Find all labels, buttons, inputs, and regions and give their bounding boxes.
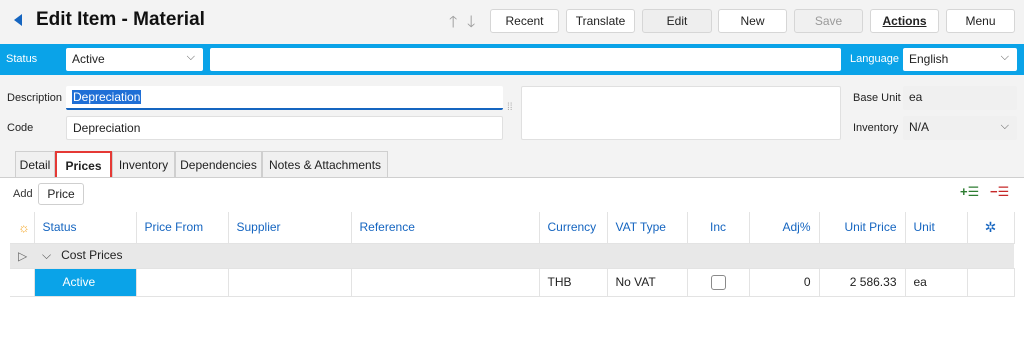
currency-cell[interactable]: THB <box>539 268 608 297</box>
group-cell: ⌵ Cost Prices <box>34 243 1014 269</box>
base-unit-label: Base Unit <box>853 92 901 104</box>
tab-dependencies[interactable]: Dependencies <box>175 151 262 178</box>
status-cell[interactable]: Active <box>34 268 137 297</box>
empty-cell <box>967 268 1015 297</box>
expand-cell[interactable]: ▷ <box>10 243 34 269</box>
chevron-down-icon[interactable]: ⌵ <box>42 248 51 262</box>
tab-detail[interactable]: Detail <box>15 151 55 178</box>
tab-inventory[interactable]: Inventory <box>112 151 175 178</box>
delete-row-icon[interactable]: −☰ <box>990 184 1009 200</box>
status-select[interactable]: Active ⌵ <box>66 48 203 71</box>
prices-panel: Add Price +☰ −☰ ☼ Status Price From Supp… <box>0 177 1024 357</box>
code-label: Code <box>7 122 34 134</box>
new-button[interactable]: New <box>718 9 787 33</box>
row-selector-cell[interactable] <box>10 268 35 297</box>
page-title: Edit Item - Material <box>36 9 205 30</box>
table-header-row: ☼ Status Price From Supplier Reference C… <box>10 212 1015 244</box>
sun-icon: ☼ <box>18 219 30 235</box>
add-label: Add <box>13 188 33 200</box>
inc-cell[interactable] <box>687 268 750 297</box>
add-price-button[interactable]: Price <box>38 183 84 205</box>
arrow-down-icon[interactable]: 🡓 <box>467 11 475 38</box>
status-text-field[interactable] <box>210 48 841 71</box>
reference-cell[interactable] <box>351 268 540 297</box>
column-header-supplier[interactable]: Supplier <box>228 212 352 244</box>
tab-notes-attachments[interactable]: Notes & Attachments <box>262 151 388 178</box>
column-header-reference[interactable]: Reference <box>351 212 540 244</box>
triangle-right-icon: ▷ <box>18 248 28 263</box>
edit-button[interactable]: Edit <box>642 9 712 33</box>
column-header-unit-price[interactable]: Unit Price <box>819 212 906 244</box>
column-header-inc[interactable]: Inc <box>687 212 750 244</box>
save-button[interactable]: Save <box>794 9 863 33</box>
base-unit-value: ea <box>903 86 1017 110</box>
inc-checkbox[interactable] <box>710 274 726 290</box>
inventory-select[interactable]: N/A ⌵ <box>903 116 1017 140</box>
language-value: English <box>909 52 949 66</box>
language-label: Language <box>850 53 899 65</box>
unit-price-cell[interactable]: 2 586.33 <box>819 268 906 297</box>
column-header-price-from[interactable]: Price From <box>136 212 229 244</box>
back-arrow-icon[interactable] <box>14 14 22 26</box>
arrow-up-icon[interactable]: 🡑 <box>449 11 457 38</box>
status-label: Status <box>6 53 38 65</box>
column-header-status[interactable]: Status <box>34 212 137 244</box>
insert-row-icon[interactable]: +☰ <box>960 184 979 200</box>
gear-icon: ✲ <box>984 218 997 235</box>
code-field[interactable]: Depreciation <box>66 116 503 140</box>
chevron-down-icon: ⌵ <box>186 51 195 63</box>
chevron-down-icon: ⌵ <box>1000 120 1009 132</box>
menu-button[interactable]: Menu <box>946 9 1015 33</box>
sun-column-header[interactable]: ☼ <box>10 212 35 244</box>
notes-box[interactable] <box>521 86 841 140</box>
column-header-vat-type[interactable]: VAT Type <box>607 212 688 244</box>
column-header-unit[interactable]: Unit <box>905 212 968 244</box>
settings-column-header[interactable]: ✲ <box>967 212 1015 244</box>
inventory-label: Inventory <box>853 122 899 134</box>
group-row[interactable]: ▷ ⌵ Cost Prices <box>10 243 1014 269</box>
drag-handle-icon[interactable]: ⁞⁞ <box>507 102 513 113</box>
inventory-value: N/A <box>909 120 930 134</box>
title-bar: Edit Item - Material 🡑 🡓 Recent Translat… <box>0 0 1024 42</box>
column-header-adj[interactable]: Adj% <box>749 212 820 244</box>
unit-cell[interactable]: ea <box>905 268 968 297</box>
recent-button[interactable]: Recent <box>490 9 559 33</box>
actions-button[interactable]: Actions <box>870 9 939 33</box>
supplier-cell[interactable] <box>228 268 352 297</box>
group-label: Cost Prices <box>61 248 123 262</box>
prices-table: ☼ Status Price From Supplier Reference C… <box>10 212 1015 297</box>
table-row[interactable]: Active THB No VAT 0 2 586.33 ea <box>10 268 1015 297</box>
status-bar: Status Active ⌵ Language English ⌵ <box>0 44 1024 75</box>
vat-type-cell[interactable]: No VAT <box>607 268 688 297</box>
price-from-cell[interactable] <box>136 268 229 297</box>
description-label: Description <box>7 92 63 104</box>
description-value: Depreciation <box>72 90 142 104</box>
tab-prices[interactable]: Prices <box>55 151 112 178</box>
status-value: Active <box>72 52 105 66</box>
chevron-down-icon: ⌵ <box>1000 51 1009 63</box>
column-header-currency[interactable]: Currency <box>539 212 608 244</box>
language-select[interactable]: English ⌵ <box>903 48 1017 71</box>
adj-cell[interactable]: 0 <box>749 268 820 297</box>
translate-button[interactable]: Translate <box>566 9 635 33</box>
description-field[interactable]: Depreciation <box>66 86 503 110</box>
